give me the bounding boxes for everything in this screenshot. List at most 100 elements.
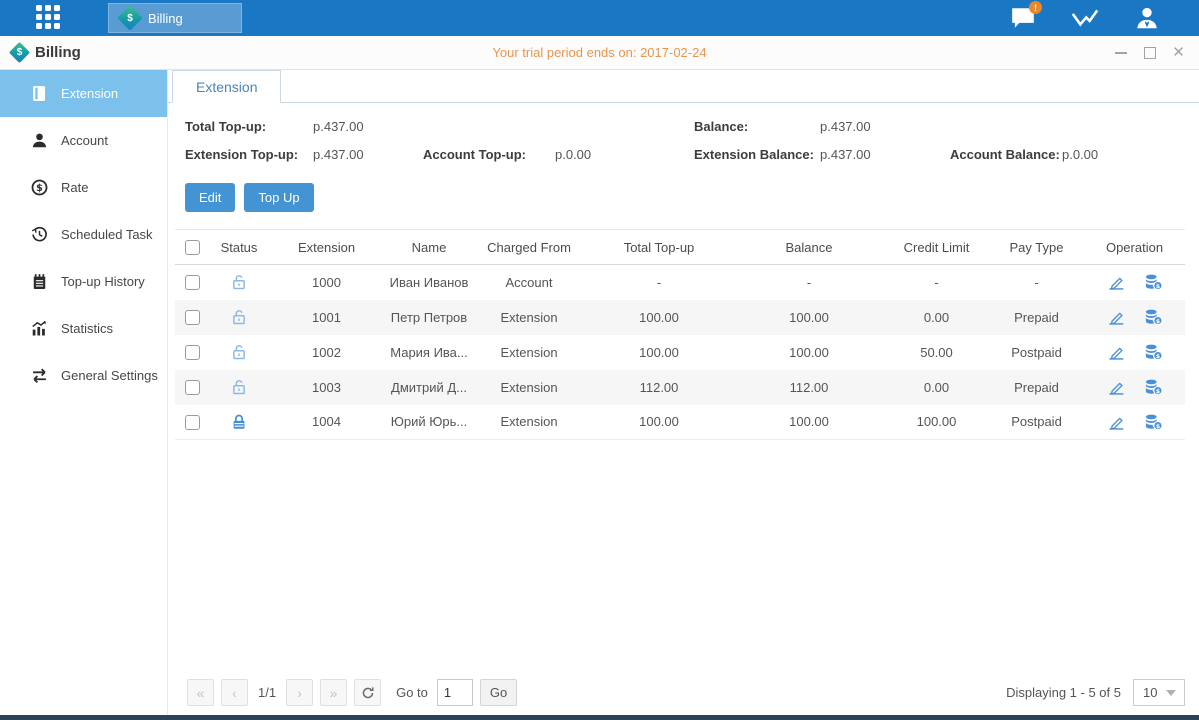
edit-icon[interactable] bbox=[1107, 273, 1126, 291]
cell-balance: 100.00 bbox=[734, 300, 884, 335]
displaying-status: Displaying 1 - 5 of 5 bbox=[1006, 685, 1121, 700]
cell-balance: 112.00 bbox=[734, 370, 884, 405]
cell-name: Мария Ива... bbox=[384, 335, 474, 370]
ledger-icon bbox=[31, 85, 48, 102]
unlocked-icon bbox=[230, 343, 248, 361]
prev-page-button[interactable]: ‹ bbox=[221, 679, 248, 706]
sidebar-item-rate[interactable]: $ Rate bbox=[0, 164, 167, 211]
cell-credit-limit: - bbox=[884, 265, 989, 300]
column-header-charged-from: Charged From bbox=[474, 230, 584, 265]
edit-icon[interactable] bbox=[1107, 413, 1126, 431]
extensions-table: StatusExtensionNameCharged FromTotal Top… bbox=[175, 229, 1185, 440]
extension-topup-label: Extension Top-up: bbox=[185, 147, 313, 162]
goto-page-input[interactable] bbox=[437, 679, 473, 706]
svg-text:$: $ bbox=[1155, 318, 1159, 325]
tab-extension[interactable]: Extension bbox=[172, 70, 281, 103]
account-balance-value: p.0.00 bbox=[1062, 147, 1185, 162]
next-page-button[interactable]: › bbox=[286, 679, 313, 706]
extension-topup-value: p.437.00 bbox=[313, 147, 423, 162]
cell-balance: 100.00 bbox=[734, 405, 884, 440]
unlocked-icon bbox=[230, 308, 248, 326]
go-button[interactable]: Go bbox=[480, 679, 517, 706]
reports-button[interactable] bbox=[1071, 4, 1099, 32]
balance-label: Balance: bbox=[694, 119, 820, 134]
billing-app-tab[interactable]: $ Billing bbox=[108, 3, 242, 33]
svg-text:$: $ bbox=[1155, 388, 1159, 395]
svg-text:$: $ bbox=[36, 183, 43, 194]
row-checkbox[interactable] bbox=[185, 310, 200, 325]
cell-pay-type: Prepaid bbox=[989, 370, 1084, 405]
window-title: Billing bbox=[35, 44, 81, 61]
refresh-icon bbox=[361, 686, 375, 700]
edit-button[interactable]: Edit bbox=[185, 183, 235, 212]
billing-app-tab-label: Billing bbox=[148, 11, 183, 26]
cell-extension: 1000 bbox=[269, 265, 384, 300]
cell-pay-type: Prepaid bbox=[989, 300, 1084, 335]
table-body: 1000Иван ИвановAccount----$1001Петр Петр… bbox=[175, 265, 1185, 440]
sidebar-item-account[interactable]: Account bbox=[0, 117, 167, 164]
cell-pay-type: Postpaid bbox=[989, 335, 1084, 370]
top-up-button[interactable]: Top Up bbox=[244, 183, 313, 212]
cell-balance: - bbox=[734, 265, 884, 300]
table-row-1004: 1004Юрий Юрь...Extension100.00100.00100.… bbox=[175, 405, 1185, 440]
edit-icon[interactable] bbox=[1107, 378, 1126, 396]
cell-charged-from: Extension bbox=[474, 405, 584, 440]
row-checkbox[interactable] bbox=[185, 345, 200, 360]
account-balance-label: Account Balance: bbox=[950, 147, 1062, 162]
edit-icon[interactable] bbox=[1107, 308, 1126, 326]
sidebar-item-extension[interactable]: Extension bbox=[0, 70, 167, 117]
row-checkbox[interactable] bbox=[185, 415, 200, 430]
sidebar-item-scheduled-task[interactable]: Scheduled Task bbox=[0, 211, 167, 258]
cell-credit-limit: 0.00 bbox=[884, 370, 989, 405]
minimize-button[interactable] bbox=[1114, 46, 1127, 59]
account-topup-value: p.0.00 bbox=[555, 147, 694, 162]
topup-icon[interactable]: $ bbox=[1144, 343, 1163, 361]
row-checkbox[interactable] bbox=[185, 380, 200, 395]
balance-value: p.437.00 bbox=[820, 119, 950, 134]
sidebar-item-general-settings[interactable]: General Settings bbox=[0, 352, 167, 399]
table-row-1000: 1000Иван ИвановAccount----$ bbox=[175, 265, 1185, 300]
billing-app-window: $ Billing ! $ Billing bbox=[0, 0, 1199, 720]
top-bar: $ Billing ! bbox=[0, 0, 1199, 36]
close-button[interactable]: ✕ bbox=[1172, 46, 1185, 59]
maximize-button[interactable] bbox=[1143, 46, 1156, 59]
sidebar-item-label: Rate bbox=[61, 180, 88, 195]
column-header-operation: Operation bbox=[1084, 230, 1185, 265]
svg-text:$: $ bbox=[1155, 353, 1159, 360]
row-checkbox[interactable] bbox=[185, 275, 200, 290]
stats-icon bbox=[31, 320, 48, 337]
page-indicator: 1/1 bbox=[258, 685, 276, 700]
first-page-button[interactable]: « bbox=[187, 679, 214, 706]
cell-credit-limit: 0.00 bbox=[884, 300, 989, 335]
topup-icon[interactable]: $ bbox=[1144, 308, 1163, 326]
page-size-select[interactable]: 10 bbox=[1133, 679, 1185, 706]
app-grid-icon[interactable] bbox=[36, 5, 62, 31]
notebook-icon bbox=[31, 273, 48, 290]
total-topup-label: Total Top-up: bbox=[185, 119, 313, 134]
cell-charged-from: Extension bbox=[474, 370, 584, 405]
table-row-1001: 1001Петр ПетровExtension100.00100.000.00… bbox=[175, 300, 1185, 335]
topup-icon[interactable]: $ bbox=[1144, 413, 1163, 431]
notifications-button[interactable]: ! bbox=[1009, 4, 1037, 32]
refresh-button[interactable] bbox=[354, 679, 381, 706]
billing-diamond-icon: $ bbox=[9, 42, 30, 63]
column-header-status: Status bbox=[209, 230, 269, 265]
sidebar: Extension Account $ Rate Scheduled TaskTop-u… bbox=[0, 70, 168, 715]
extension-balance-value: p.437.00 bbox=[820, 147, 950, 162]
account-button[interactable] bbox=[1133, 4, 1161, 32]
cell-name: Дмитрий Д... bbox=[384, 370, 474, 405]
edit-icon[interactable] bbox=[1107, 343, 1126, 361]
pagination-bar: « ‹ 1/1 › » Go to Go Displaying 1 - 5 of… bbox=[187, 679, 1185, 706]
main-content: Extension Total Top-up: p.437.00 Balance… bbox=[168, 70, 1199, 715]
cell-charged-from: Extension bbox=[474, 335, 584, 370]
sidebar-item-top-up-history[interactable]: Top-up History bbox=[0, 258, 167, 305]
column-header-credit-limit: Credit Limit bbox=[884, 230, 989, 265]
sidebar-item-statistics[interactable]: Statistics bbox=[0, 305, 167, 352]
cell-charged-from: Extension bbox=[474, 300, 584, 335]
clock-icon bbox=[31, 226, 48, 243]
sidebar-item-label: Extension bbox=[61, 86, 118, 101]
select-all-checkbox[interactable] bbox=[185, 240, 200, 255]
last-page-button[interactable]: » bbox=[320, 679, 347, 706]
topup-icon[interactable]: $ bbox=[1144, 273, 1163, 291]
topup-icon[interactable]: $ bbox=[1144, 378, 1163, 396]
